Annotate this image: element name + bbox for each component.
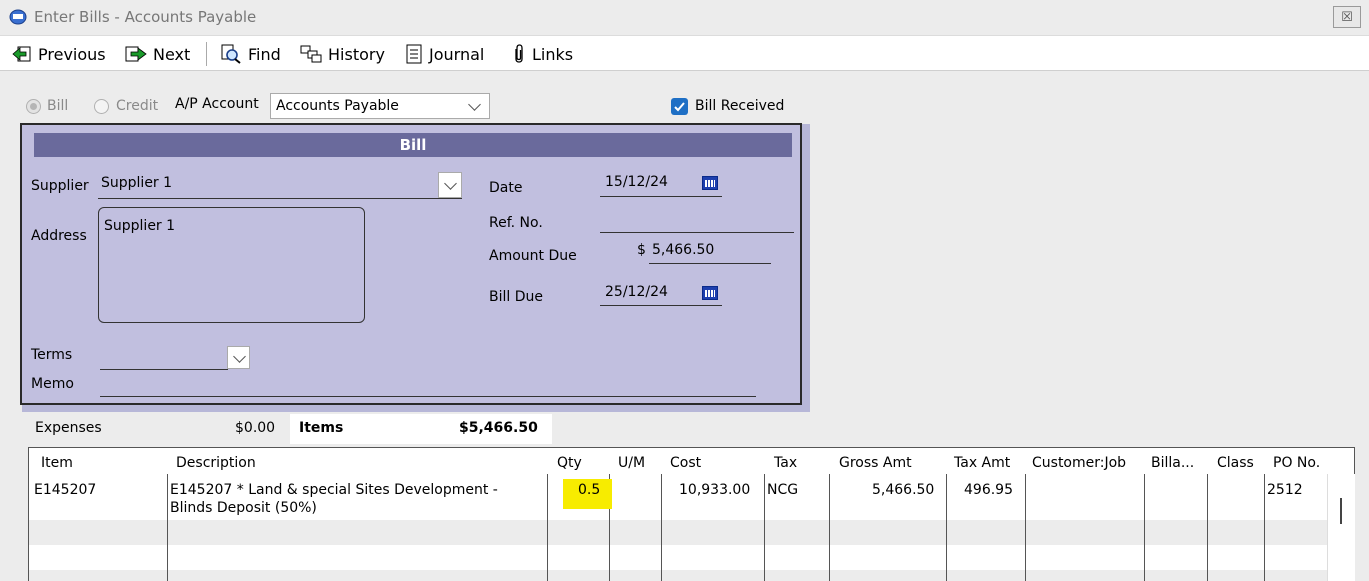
previous-button[interactable]: Previous — [12, 43, 106, 65]
cell-description-line2: Blinds Deposit (50%) — [170, 500, 317, 516]
memo-label: Memo — [31, 376, 74, 392]
previous-label: Previous — [38, 44, 106, 64]
amount-due-field[interactable]: 5,466.50 — [649, 238, 771, 264]
window-title-bar: Enter Bills - Accounts Payable ☒ — [0, 0, 1369, 36]
bill-radio-label: Bill — [47, 98, 69, 114]
currency-symbol: $ — [637, 242, 646, 258]
column-header-um[interactable]: U/M — [618, 455, 645, 471]
tab-items-total: $5,466.50 — [459, 420, 538, 436]
column-header-description[interactable]: Description — [176, 455, 256, 471]
window-icon — [9, 9, 27, 25]
table-row[interactable] — [29, 545, 1327, 570]
bill-due-label: Bill Due — [489, 289, 543, 305]
links-label: Links — [532, 44, 574, 64]
address-box[interactable]: Supplier 1 — [98, 207, 365, 323]
credit-radio-label: Credit — [116, 98, 159, 114]
credit-radio[interactable] — [94, 99, 109, 114]
amount-due-label: Amount Due — [489, 248, 577, 264]
column-header-qty[interactable]: Qty — [557, 455, 582, 471]
journal-icon — [406, 44, 422, 64]
next-icon — [125, 46, 147, 62]
calendar-icon[interactable] — [702, 286, 718, 300]
ap-account-select[interactable]: Accounts Payable — [270, 93, 490, 119]
supplier-label: Supplier — [31, 178, 89, 194]
history-button[interactable]: History — [300, 43, 385, 65]
close-icon: ☒ — [1341, 9, 1353, 25]
date-value: 15/12/24 — [605, 174, 668, 190]
bill-due-value: 25/12/24 — [605, 284, 668, 300]
calendar-icon[interactable] — [702, 176, 718, 190]
bill-header: Bill — [34, 133, 792, 157]
column-header-cost[interactable]: Cost — [670, 455, 701, 471]
cell-tax: NCG — [767, 482, 799, 498]
date-field[interactable]: 15/12/24 — [600, 171, 722, 197]
next-button[interactable]: Next — [125, 43, 190, 65]
chevron-down-icon — [444, 177, 457, 190]
terms-field[interactable] — [100, 346, 250, 370]
column-header-po-no[interactable]: PO No. — [1273, 455, 1320, 471]
scrollbar-thumb[interactable] — [1340, 498, 1342, 524]
check-icon — [674, 102, 685, 112]
tab-expenses-label: Expenses — [35, 420, 102, 436]
tab-expenses-total: $0.00 — [235, 420, 276, 436]
grid-scrollbar[interactable] — [1327, 474, 1355, 581]
bill-due-field[interactable]: 25/12/24 — [600, 280, 722, 306]
cell-qty: 0.5 — [578, 482, 601, 498]
bill-received-label: Bill Received — [695, 98, 785, 114]
cell-description-line1: E145207 * Land & special Sites Developme… — [170, 482, 498, 498]
column-header-tax-amt[interactable]: Tax Amt — [954, 455, 1010, 471]
items-grid: Item Description Qty U/M Cost Tax Gross … — [28, 447, 1355, 581]
cell-po-no: 2512 — [1267, 482, 1303, 498]
tab-items[interactable]: Items $5,466.50 — [290, 414, 552, 444]
journal-label: Journal — [429, 44, 485, 64]
history-label: History — [328, 44, 385, 64]
memo-field[interactable] — [100, 375, 756, 397]
cell-tax-amt: 496.95 — [964, 482, 1013, 498]
ap-account-value: Accounts Payable — [276, 98, 399, 114]
supplier-value: Supplier 1 — [101, 175, 173, 191]
tab-items-label: Items — [299, 420, 344, 436]
next-label: Next — [153, 44, 191, 64]
column-header-customer-job[interactable]: Customer:Job — [1032, 455, 1126, 471]
date-label: Date — [489, 180, 523, 196]
cell-cost: 10,933.00 — [679, 482, 751, 498]
column-header-class[interactable]: Class — [1217, 455, 1254, 471]
find-label: Find — [248, 44, 281, 64]
column-header-gross-amt[interactable]: Gross Amt — [839, 455, 912, 471]
cell-gross-amt: 5,466.50 — [872, 482, 935, 498]
supplier-dropdown-button[interactable] — [438, 172, 462, 198]
terms-label: Terms — [31, 347, 73, 363]
ap-account-label: A/P Account — [175, 96, 259, 112]
links-button[interactable]: Links — [512, 43, 573, 65]
chevron-down-icon — [468, 98, 481, 111]
cell-item: E145207 — [34, 482, 97, 498]
paperclip-icon — [515, 44, 523, 63]
bill-panel: Bill Supplier Supplier 1 Address Supplie… — [20, 123, 802, 405]
ref-no-field[interactable] — [600, 211, 794, 233]
bill-received-checkbox[interactable] — [671, 98, 688, 115]
column-header-tax[interactable]: Tax — [774, 455, 797, 471]
column-header-item[interactable]: Item — [41, 455, 73, 471]
column-header-billable[interactable]: Billa... — [1151, 455, 1194, 471]
table-row[interactable] — [29, 520, 1327, 545]
address-label: Address — [31, 228, 87, 244]
window-title: Enter Bills - Accounts Payable — [34, 8, 257, 26]
tab-expenses[interactable]: Expenses $0.00 — [28, 414, 288, 442]
table-row[interactable]: E145207 E145207 * Land & special Sites D… — [29, 474, 1327, 520]
previous-icon — [12, 46, 31, 62]
ref-no-label: Ref. No. — [489, 215, 543, 231]
terms-dropdown-button[interactable] — [227, 346, 250, 369]
grid-row-stripe — [29, 570, 1327, 581]
address-value: Supplier 1 — [104, 218, 176, 234]
journal-button[interactable]: Journal — [405, 43, 484, 65]
chevron-down-icon — [233, 350, 246, 363]
supplier-field[interactable]: Supplier 1 — [98, 172, 462, 199]
bill-radio[interactable] — [26, 99, 41, 114]
find-icon — [221, 44, 241, 64]
toolbar-separator — [206, 42, 207, 66]
amount-due-value: 5,466.50 — [652, 242, 715, 258]
history-icon — [300, 45, 322, 63]
find-button[interactable]: Find — [220, 43, 281, 65]
close-button[interactable]: ☒ — [1333, 6, 1361, 28]
